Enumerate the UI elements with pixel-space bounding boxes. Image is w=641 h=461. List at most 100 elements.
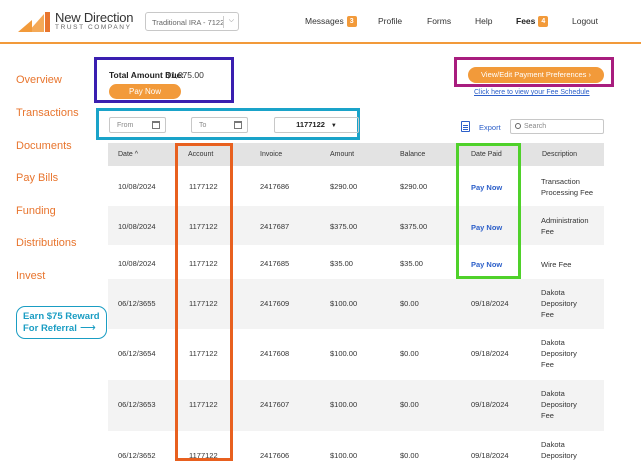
cell-balance: $375.00 — [400, 222, 428, 231]
column-header-invoice: Invoice — [260, 151, 283, 158]
nav-forms[interactable]: Forms — [427, 16, 451, 26]
cell-amount: $35.00 — [330, 259, 353, 268]
cell-amount: $290.00 — [330, 182, 358, 191]
to-date-placeholder: To — [199, 122, 207, 129]
search-placeholder: Search — [524, 123, 547, 130]
search-icon — [515, 123, 521, 129]
sidebar-item-pay-bills[interactable]: Pay Bills — [16, 172, 58, 184]
cell-description: Dakota Depository Fee — [541, 287, 609, 320]
cell-date: 10/08/2024 — [118, 182, 156, 191]
description-line: Dakota — [541, 389, 565, 398]
cell-amount: $100.00 — [330, 299, 358, 308]
cell-invoice: 2417685 — [260, 259, 290, 268]
top-header: New Direction TRUST COMPANY Traditional … — [0, 0, 641, 44]
cell-amount: $100.00 — [330, 349, 358, 358]
sidebar-item-invest[interactable]: Invest — [16, 270, 45, 282]
logo-icon[interactable] — [18, 12, 50, 32]
cell-date-paid: 09/18/2024 — [471, 400, 509, 409]
description-line: Dakota — [541, 288, 565, 297]
search-input[interactable]: Search — [510, 119, 604, 134]
cell-description: Transaction Processing Fee — [541, 176, 609, 198]
sidebar-item-funding[interactable]: Funding — [16, 205, 56, 217]
cell-amount: $375.00 — [330, 222, 358, 231]
cell-description: Wire Fee — [541, 259, 609, 270]
account-filter-dropdown[interactable]: 1177122 ▼ — [274, 117, 359, 133]
account-filter-value: 1177122 — [296, 120, 325, 129]
cell-invoice: 2417609 — [260, 299, 290, 308]
account-select[interactable]: Traditional IRA - 7122 ⌵ — [145, 12, 239, 31]
description-line: Fee — [541, 411, 554, 420]
cell-balance: $35.00 — [400, 259, 423, 268]
nav-profile[interactable]: Profile — [378, 16, 402, 26]
cell-invoice: 2417608 — [260, 349, 290, 358]
column-header-date[interactable]: Date ^ — [118, 151, 138, 158]
sidebar-item-documents[interactable]: Documents — [16, 140, 72, 152]
cell-balance: $0.00 — [400, 451, 419, 460]
cell-date: 06/12/3652 — [118, 451, 156, 460]
description-line: Depository — [541, 349, 577, 358]
sidebar-item-transactions[interactable]: Transactions — [16, 107, 79, 119]
cell-amount: $100.00 — [330, 400, 358, 409]
account-column-highlight — [175, 143, 233, 461]
pay-now-button[interactable]: Pay Now — [109, 84, 181, 99]
cell-date-paid: 09/18/2024 — [471, 299, 509, 308]
from-date-placeholder: From — [117, 122, 134, 129]
cell-balance: $0.00 — [400, 400, 419, 409]
sidebar-item-distributions[interactable]: Distributions — [16, 237, 77, 249]
calendar-icon — [152, 121, 160, 129]
select-divider — [223, 16, 224, 28]
fee-schedule-link[interactable]: Click here to view your Fee Schedule — [474, 89, 590, 96]
cell-invoice: 2417687 — [260, 222, 290, 231]
description-line: Depository — [541, 299, 577, 308]
column-header-balance: Balance — [400, 151, 426, 158]
sidebar-item-overview[interactable]: Overview — [16, 74, 62, 86]
caret-down-icon: ▼ — [330, 123, 337, 129]
description-line: Dakota — [541, 440, 565, 449]
referral-line-2: For Referral — [23, 323, 77, 334]
cell-date-paid: 09/18/2024 — [471, 451, 509, 460]
cell-date: 06/12/3653 — [118, 400, 156, 409]
logo[interactable]: New Direction TRUST COMPANY — [55, 11, 134, 32]
description-line: Transaction — [541, 177, 580, 186]
nav-logout[interactable]: Logout — [572, 16, 598, 26]
cell-invoice: 2417607 — [260, 400, 290, 409]
nav-fees-label: Fees — [516, 16, 536, 26]
referral-banner[interactable]: Earn $75 Reward For Referral ⟶ — [16, 306, 107, 339]
chevron-down-icon: ⌵ — [228, 17, 234, 24]
calendar-icon — [234, 121, 242, 129]
cell-balance: $0.00 — [400, 349, 419, 358]
cell-balance: $0.00 — [400, 299, 419, 308]
nav-messages[interactable]: Messages 3 — [305, 16, 357, 27]
messages-count-badge: 3 — [346, 16, 357, 27]
description-line: Administration — [541, 216, 589, 225]
cell-description: Administration Fee — [541, 215, 609, 237]
column-header-description: Description — [542, 151, 578, 158]
payment-preferences-button[interactable]: View/Edit Payment Preferences › — [468, 67, 604, 83]
document-icon[interactable] — [461, 121, 470, 132]
description-line: Dakota — [541, 338, 565, 347]
nav-messages-label: Messages — [305, 16, 344, 26]
from-date-input[interactable]: From — [109, 117, 166, 133]
arrow-right-icon: ⟶ — [80, 322, 96, 334]
fees-count-badge: 4 — [538, 16, 549, 27]
cell-invoice: 2417606 — [260, 451, 290, 460]
cell-amount: $100.00 — [330, 451, 358, 460]
description-line: Depository — [541, 451, 577, 460]
total-due-value: $1,075.00 — [166, 70, 204, 80]
account-select-value: Traditional IRA - 7122 — [152, 18, 225, 27]
to-date-input[interactable]: To — [191, 117, 248, 133]
description-line: Fee — [541, 227, 554, 236]
active-tab-indicator — [514, 42, 550, 44]
nav-help[interactable]: Help — [475, 16, 492, 26]
description-line: Fee — [541, 310, 554, 319]
export-button[interactable]: Export — [479, 123, 501, 132]
logo-subtitle: TRUST COMPANY — [55, 24, 132, 31]
description-line: Wire Fee — [541, 260, 572, 269]
cell-date-paid: 09/18/2024 — [471, 349, 509, 358]
cell-date: 06/12/3655 — [118, 299, 156, 308]
cell-balance: $290.00 — [400, 182, 428, 191]
cell-invoice: 2417686 — [260, 182, 290, 191]
description-line: Depository — [541, 400, 577, 409]
cell-description: Dakota Depository — [541, 439, 609, 461]
nav-fees[interactable]: Fees 4 — [516, 16, 549, 27]
